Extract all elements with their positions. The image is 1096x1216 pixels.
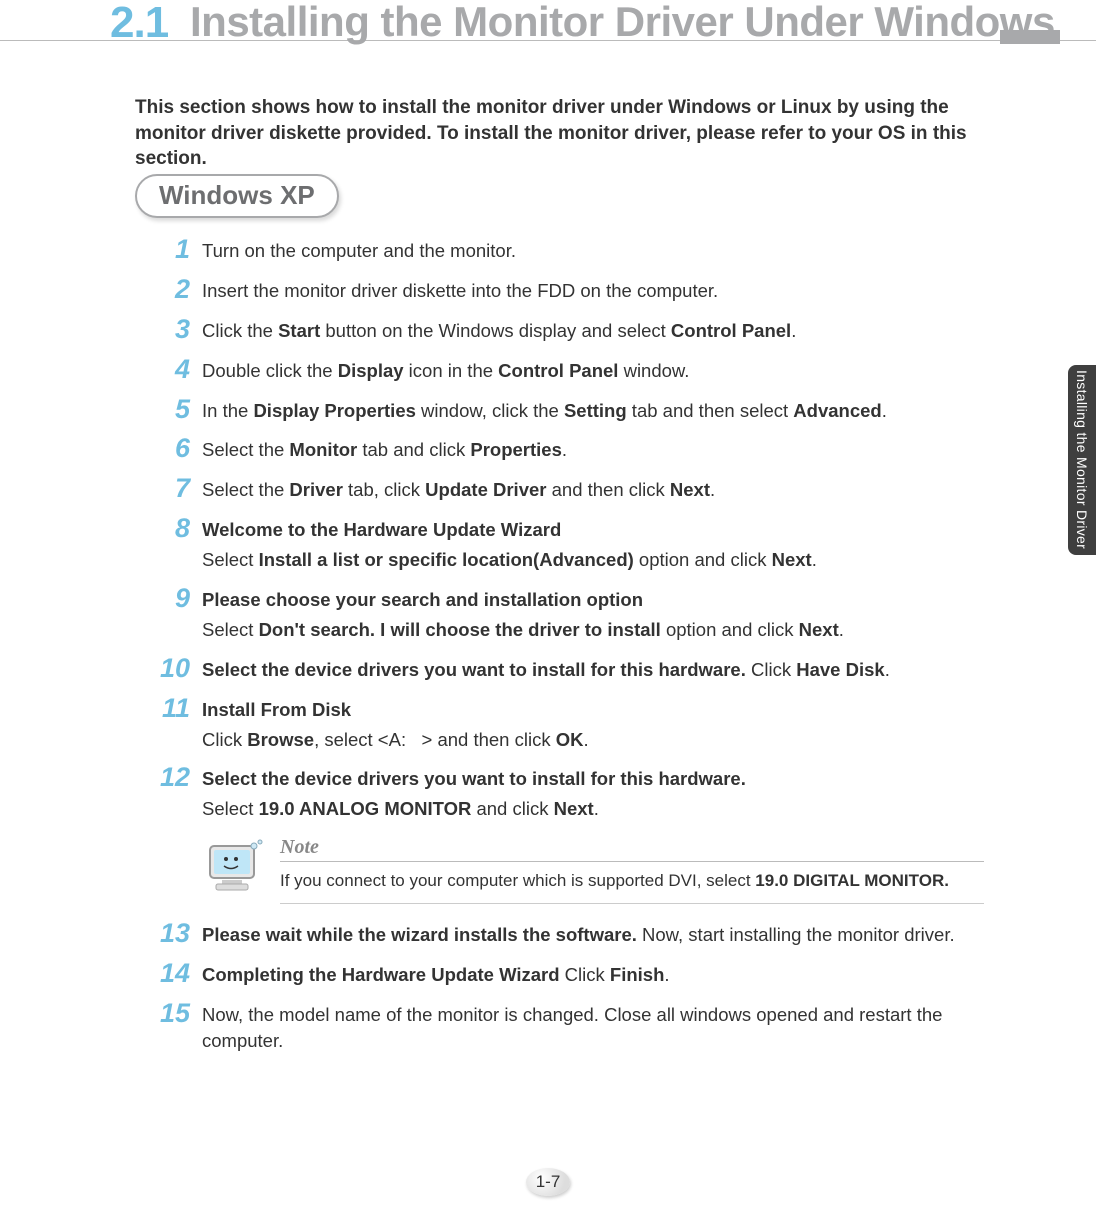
step: 12Select the device drivers you want to … xyxy=(160,766,1000,822)
step-number: 1 xyxy=(160,236,202,263)
step-number: 8 xyxy=(160,515,202,542)
step-text: In the Display Properties window, click … xyxy=(202,398,1000,424)
step: 15Now, the model name of the monitor is … xyxy=(160,1002,1000,1054)
step-text: Install From DiskClick Browse, select <A… xyxy=(202,697,1000,753)
step-number: 9 xyxy=(160,585,202,612)
step-text: Select the Driver tab, click Update Driv… xyxy=(202,477,1000,503)
step-number: 13 xyxy=(160,920,202,947)
step: 14Completing the Hardware Update Wizard … xyxy=(160,962,1000,988)
step-number: 14 xyxy=(160,960,202,987)
monitor-note-icon xyxy=(204,836,270,896)
step-text: Welcome to the Hardware Update WizardSel… xyxy=(202,517,1000,573)
note-text: If you connect to your computer which is… xyxy=(280,870,984,904)
step: 11Install From DiskClick Browse, select … xyxy=(160,697,1000,753)
step-number: 10 xyxy=(160,655,202,682)
step-text: Now, the model name of the monitor is ch… xyxy=(202,1002,1000,1054)
step: 7Select the Driver tab, click Update Dri… xyxy=(160,477,1000,503)
side-tab-label: Installing the Monitor Driver xyxy=(1074,370,1090,549)
note-block: Note If you connect to your computer whic… xyxy=(204,836,984,904)
note-content: Note If you connect to your computer whic… xyxy=(280,836,984,904)
step-number: 2 xyxy=(160,276,202,303)
section-title: Installing the Monitor Driver Under Wind… xyxy=(190,0,1055,46)
step: 6Select the Monitor tab and click Proper… xyxy=(160,437,1000,463)
step: 2Insert the monitor driver diskette into… xyxy=(160,278,1000,304)
step-number: 5 xyxy=(160,396,202,423)
section-number: 2.1 xyxy=(110,0,168,48)
step-text: Click the Start button on the Windows di… xyxy=(202,318,1000,344)
step: 9Please choose your search and installat… xyxy=(160,587,1000,643)
step-text: Select the device drivers you want to in… xyxy=(202,657,1000,683)
intro-paragraph: This section shows how to install the mo… xyxy=(135,95,975,172)
step-number: 15 xyxy=(160,1000,202,1027)
step-text: Select the Monitor tab and click Propert… xyxy=(202,437,1000,463)
step-text: Completing the Hardware Update Wizard Cl… xyxy=(202,962,1000,988)
step-number: 4 xyxy=(160,356,202,383)
steps-container: 1Turn on the computer and the monitor.2I… xyxy=(160,238,1000,1068)
step-number: 12 xyxy=(160,764,202,791)
note-label: Note xyxy=(280,836,984,862)
step-number: 11 xyxy=(160,695,202,722)
step-number: 7 xyxy=(160,475,202,502)
step: 4Double click the Display icon in the Co… xyxy=(160,358,1000,384)
page-number: 1-7 xyxy=(526,1168,570,1196)
os-badge: Windows XP xyxy=(135,174,339,218)
step-text: Please choose your search and installati… xyxy=(202,587,1000,643)
step-text: Double click the Display icon in the Con… xyxy=(202,358,1000,384)
step-text: Please wait while the wizard installs th… xyxy=(202,922,1000,948)
step-number: 3 xyxy=(160,316,202,343)
side-tab: Installing the Monitor Driver xyxy=(1068,365,1096,555)
step-text: Turn on the computer and the monitor. xyxy=(202,238,1000,264)
step: 5In the Display Properties window, click… xyxy=(160,398,1000,424)
step: 1Turn on the computer and the monitor. xyxy=(160,238,1000,264)
step-text: Insert the monitor driver diskette into … xyxy=(202,278,1000,304)
step: 10Select the device drivers you want to … xyxy=(160,657,1000,683)
step-number: 6 xyxy=(160,435,202,462)
step: 3Click the Start button on the Windows d… xyxy=(160,318,1000,344)
step: 8Welcome to the Hardware Update WizardSe… xyxy=(160,517,1000,573)
title-decoration xyxy=(1000,30,1060,44)
step-text: Select the device drivers you want to in… xyxy=(202,766,1000,822)
step: 13Please wait while the wizard installs … xyxy=(160,922,1000,948)
